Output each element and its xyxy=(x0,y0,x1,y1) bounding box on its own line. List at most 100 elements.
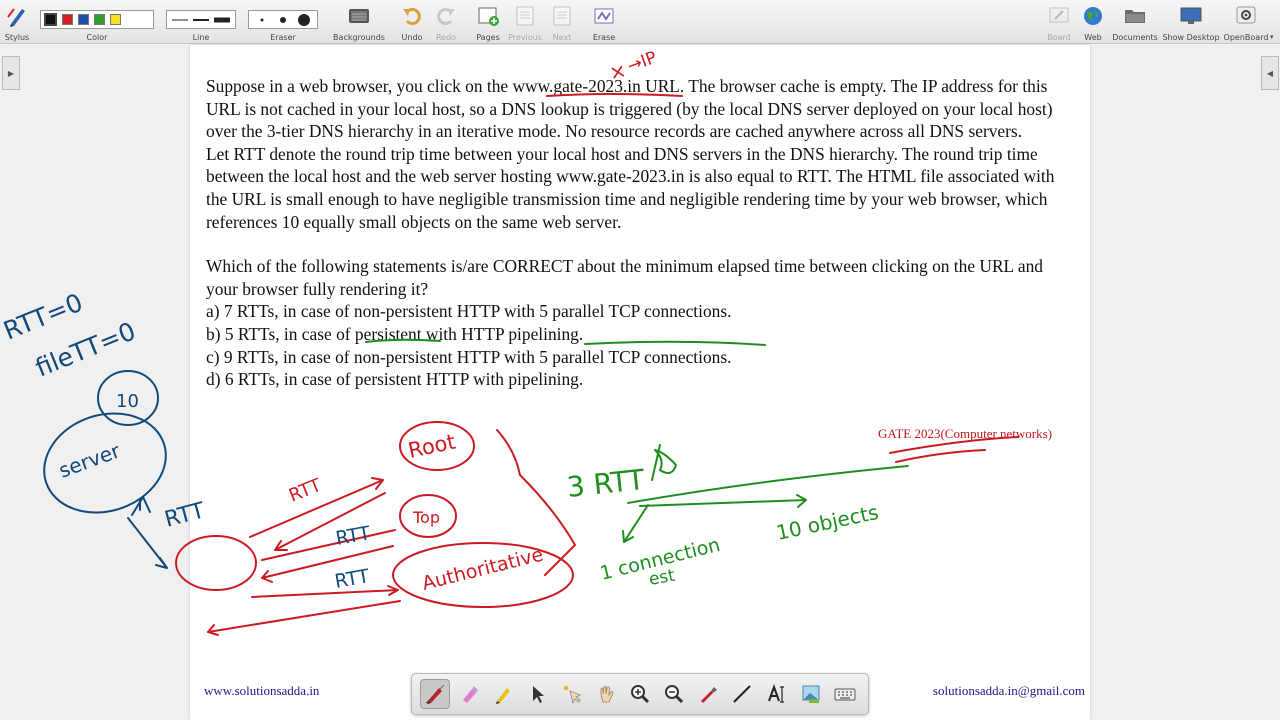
right-panel-toggle[interactable]: ◀ xyxy=(1261,56,1279,90)
previous-button[interactable]: Previous xyxy=(506,3,544,43)
gear-icon xyxy=(1236,6,1256,24)
erase-button[interactable]: Erase xyxy=(588,3,620,43)
redo-icon xyxy=(437,8,455,25)
pipette-tool-button[interactable] xyxy=(693,679,723,709)
web-button[interactable]: Web xyxy=(1078,3,1108,43)
color-swatch-green[interactable] xyxy=(94,14,105,25)
line-strip xyxy=(166,10,236,29)
laser-tool-button[interactable] xyxy=(557,679,587,709)
chevron-down-icon[interactable]: ▾ xyxy=(1270,33,1274,41)
line-thin-icon xyxy=(171,19,188,20)
erase-label: Erase xyxy=(592,33,616,42)
ink-rtt-zero: RTT=0 xyxy=(0,288,87,346)
ink-server-oval xyxy=(43,412,167,514)
line-group: Line xyxy=(166,3,236,43)
backgrounds-label: Backgrounds xyxy=(333,33,385,42)
zoom-in-button[interactable] xyxy=(625,679,655,709)
line-medium-icon xyxy=(192,18,209,21)
color-swatch-yellow[interactable] xyxy=(110,14,121,25)
capture-icon xyxy=(802,685,820,703)
stylus-button[interactable]: Stylus xyxy=(0,3,34,43)
pen-tool-button[interactable] xyxy=(420,679,450,709)
eraser-large-icon xyxy=(298,13,311,26)
openboard-menu-button[interactable]: OpenBoard xyxy=(1222,3,1270,43)
zoom-out-button[interactable] xyxy=(659,679,689,709)
color-swatch-red[interactable] xyxy=(62,14,73,25)
text-tool-button[interactable] xyxy=(762,679,792,709)
eraser-small-button[interactable] xyxy=(252,12,271,27)
hand-icon xyxy=(600,685,614,703)
line-tool-button[interactable] xyxy=(727,679,757,709)
option-a: a) 7 RTTs, in case of non-persistent HTT… xyxy=(206,301,732,322)
line-thick-icon xyxy=(214,17,231,22)
board-button[interactable]: Board xyxy=(1044,3,1074,43)
stylus-icon xyxy=(7,8,25,27)
option-d: d) 6 RTTs, in case of persistent HTTP wi… xyxy=(206,369,584,390)
documents-button[interactable]: Documents xyxy=(1112,3,1158,43)
backgrounds-icon xyxy=(349,9,369,23)
question-paragraph-3: Which of the following statements is/are… xyxy=(206,256,1043,299)
pages-label: Pages xyxy=(476,33,500,42)
question-paragraph-1: Suppose in a web browser, you click on t… xyxy=(206,75,1078,143)
board-label: Board xyxy=(1047,33,1071,42)
web-label: Web xyxy=(1084,33,1102,42)
color-group: Color xyxy=(40,3,154,43)
redo-button[interactable]: Redo xyxy=(432,3,460,43)
pen-icon xyxy=(425,684,445,704)
previous-page-icon xyxy=(516,6,534,26)
line-thick-button[interactable] xyxy=(213,12,232,27)
footer-email: solutionsadda.in@gmail.com xyxy=(932,683,1085,698)
pipette-icon xyxy=(701,687,718,703)
pointer-tool-button[interactable] xyxy=(522,679,552,709)
pointer-icon xyxy=(533,686,545,703)
backgrounds-button[interactable]: Backgrounds xyxy=(332,3,386,43)
ink-server-label: server xyxy=(56,438,124,482)
highlighter-icon xyxy=(496,688,511,704)
show-desktop-button[interactable]: Show Desktop xyxy=(1162,3,1220,43)
marker-icon xyxy=(463,686,479,703)
eraser-label: Eraser xyxy=(270,33,296,42)
laser-pointer-icon xyxy=(563,685,581,705)
line-thin-button[interactable] xyxy=(170,12,189,27)
documents-label: Documents xyxy=(1112,33,1158,42)
openboard-label: OpenBoard xyxy=(1223,33,1269,42)
undo-button[interactable]: Undo xyxy=(398,3,426,43)
desktop-icon xyxy=(1180,7,1202,24)
color-swatch-black[interactable] xyxy=(44,13,57,26)
keyboard-button[interactable] xyxy=(830,679,860,709)
zoom-out-icon xyxy=(665,685,684,704)
left-panel-toggle[interactable]: ▶ xyxy=(2,56,20,90)
chevron-left-icon: ◀ xyxy=(1266,68,1274,78)
eraser-large-button[interactable] xyxy=(295,12,314,27)
undo-icon xyxy=(403,8,421,25)
chevron-right-icon: ▶ xyxy=(7,68,15,78)
next-label: Next xyxy=(552,33,572,42)
line-label: Line xyxy=(192,33,210,42)
question-url: www.gate-2023.in xyxy=(512,76,641,96)
capture-tool-button[interactable] xyxy=(796,679,826,709)
eraser-small-icon xyxy=(260,18,264,21)
tool-palette xyxy=(411,673,869,715)
question-text: Suppose in a web browser, you click on t… xyxy=(206,75,1078,391)
pages-button[interactable]: Pages xyxy=(472,3,504,43)
line-medium-button[interactable] xyxy=(191,12,210,27)
stylus-label: Stylus xyxy=(4,33,30,42)
show-desktop-label: Show Desktop xyxy=(1162,33,1220,42)
next-button[interactable]: Next xyxy=(546,3,578,43)
question-paragraph-2: Let RTT denote the round trip time betwe… xyxy=(206,143,1055,232)
board-page[interactable]: Suppose in a web browser, you click on t… xyxy=(190,45,1090,720)
color-strip xyxy=(40,10,154,29)
keyboard-icon xyxy=(834,688,856,701)
gate-brand-header: GATE 2023(Computer networks) xyxy=(878,426,1053,441)
redo-label: Redo xyxy=(435,33,457,42)
eraser-medium-button[interactable] xyxy=(273,12,292,27)
folder-icon xyxy=(1125,10,1145,23)
marker-tool-button[interactable] xyxy=(454,679,484,709)
hand-tool-button[interactable] xyxy=(591,679,621,709)
highlighter-tool-button[interactable] xyxy=(488,679,518,709)
color-swatch-blue[interactable] xyxy=(78,14,89,25)
color-label: Color xyxy=(86,33,108,42)
main-toolbar: Stylus Color Line Eraser Backgrounds Und… xyxy=(0,0,1280,44)
previous-label: Previous xyxy=(508,33,542,42)
zoom-in-icon xyxy=(630,685,649,704)
